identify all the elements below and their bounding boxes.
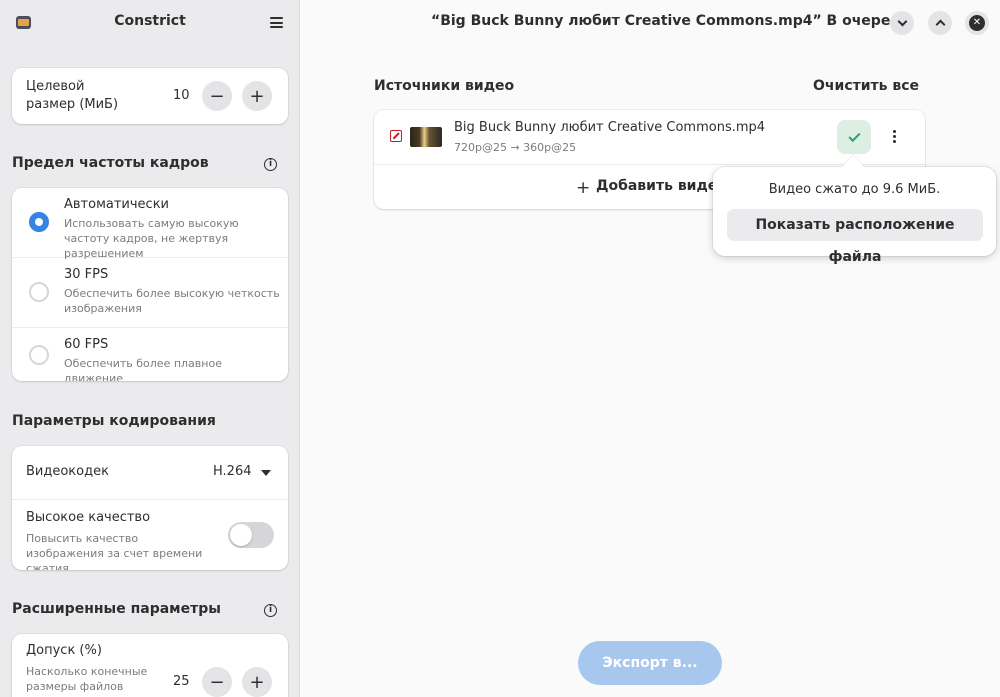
video-filename: Big Buck Bunny любит Creative Commons.mp… <box>454 120 766 135</box>
chevron-up-icon <box>935 19 945 30</box>
option-title: 30 FPS <box>64 267 109 282</box>
option-subtitle: Использовать самую высокую частоту кадро… <box>64 217 239 260</box>
tolerance-increase-button[interactable]: + <box>242 667 272 697</box>
target-size-value[interactable]: 10 <box>173 88 190 103</box>
option-subtitle: Обеспечить более высокую четкость изобра… <box>64 287 280 315</box>
minimize-button[interactable] <box>890 11 914 35</box>
option-subtitle: Обеспечить более плавное движение <box>64 357 222 381</box>
compression-result-text: Видео сжато до 9.6 МиБ. <box>768 182 941 197</box>
no-audio-icon <box>390 130 402 142</box>
tolerance-title: Допуск (%) <box>26 643 102 658</box>
add-video-label: Добавить видео <box>596 178 727 194</box>
encoding-section-title: Параметры кодирования <box>12 413 216 429</box>
target-size-decrease-button[interactable]: − <box>202 81 232 111</box>
codec-row[interactable]: Видеокодек H.264 <box>12 446 288 500</box>
option-title: Автоматически <box>64 197 170 212</box>
high-quality-row: Высокое качество Повысить качество изобр… <box>12 500 288 570</box>
framerate-card: Автоматически Использовать самую высокую… <box>12 188 288 381</box>
more-options-icon[interactable] <box>893 130 897 145</box>
checkmark-icon <box>847 129 861 142</box>
video-resolution-info: 720p@25 → 360p@25 <box>454 141 577 154</box>
framerate-option-60fps[interactable]: 60 FPS Обеспечить более плавное движение <box>12 328 288 381</box>
framerate-section-title: Предел частоты кадров <box>12 155 209 171</box>
close-button[interactable]: ✕ <box>965 11 989 35</box>
codec-value[interactable]: H.264 <box>213 464 252 479</box>
sidebar-header: Constrict <box>0 0 299 46</box>
framerate-info-icon[interactable]: i <box>264 158 277 171</box>
tolerance-decrease-button[interactable]: − <box>202 667 232 697</box>
video-done-button[interactable] <box>837 120 871 154</box>
target-size-card: Целевой размер (МиБ) 10 − + <box>12 68 288 124</box>
high-quality-title: Высокое качество <box>26 510 151 525</box>
target-size-label: Целевой размер (МиБ) <box>26 79 119 112</box>
radio-30fps[interactable] <box>29 282 49 302</box>
radio-60fps[interactable] <box>29 345 49 365</box>
tolerance-subtitle: Насколько конечные размеры файлов <box>26 665 148 693</box>
sidebar: Constrict Целевой размер (МиБ) 10 − + Пр… <box>0 0 300 697</box>
clear-all-button[interactable]: Очистить все <box>813 78 919 94</box>
tolerance-value[interactable]: 25 <box>173 674 190 689</box>
video-sources-label: Источники видео <box>374 78 515 94</box>
main-panel: “Big Buck Bunny любит Creative Commons.m… <box>301 0 1000 697</box>
framerate-option-auto[interactable]: Автоматически Использовать самую высокую… <box>12 188 288 260</box>
encoding-card: Видеокодек H.264 Высокое качество Повыси… <box>12 446 288 570</box>
plus-icon: + <box>576 178 591 198</box>
target-size-increase-button[interactable]: + <box>242 81 272 111</box>
window-title: “Big Buck Bunny любит Creative Commons.m… <box>431 13 912 29</box>
show-file-location-button[interactable]: Показать расположение файла <box>727 209 983 265</box>
dropdown-caret-icon[interactable] <box>261 470 271 476</box>
hamburger-menu-icon[interactable] <box>270 17 283 28</box>
maximize-button[interactable] <box>928 11 952 35</box>
video-list-item: Big Buck Bunny любит Creative Commons.mp… <box>374 110 925 165</box>
app-title: Constrict <box>114 13 186 29</box>
high-quality-subtitle: Повысить качество изображения за счет вр… <box>26 532 203 570</box>
chevron-down-icon <box>897 16 907 27</box>
radio-auto[interactable] <box>29 212 49 232</box>
advanced-card: Допуск (%) Насколько конечные размеры фа… <box>12 634 288 697</box>
compression-result-popover: Видео сжато до 9.6 МиБ. Показать располо… <box>713 155 996 265</box>
framerate-option-30fps[interactable]: 30 FPS Обеспечить более высокую четкость… <box>12 258 288 328</box>
advanced-section-title: Расширенные параметры <box>12 601 221 617</box>
advanced-info-icon[interactable]: i <box>264 604 277 617</box>
high-quality-toggle[interactable] <box>228 522 274 548</box>
option-title: 60 FPS <box>64 337 109 352</box>
video-thumbnail <box>410 127 442 147</box>
codec-label: Видеокодек <box>26 464 109 479</box>
close-icon: ✕ <box>969 15 985 31</box>
export-button[interactable]: Экспорт в... <box>578 641 722 685</box>
